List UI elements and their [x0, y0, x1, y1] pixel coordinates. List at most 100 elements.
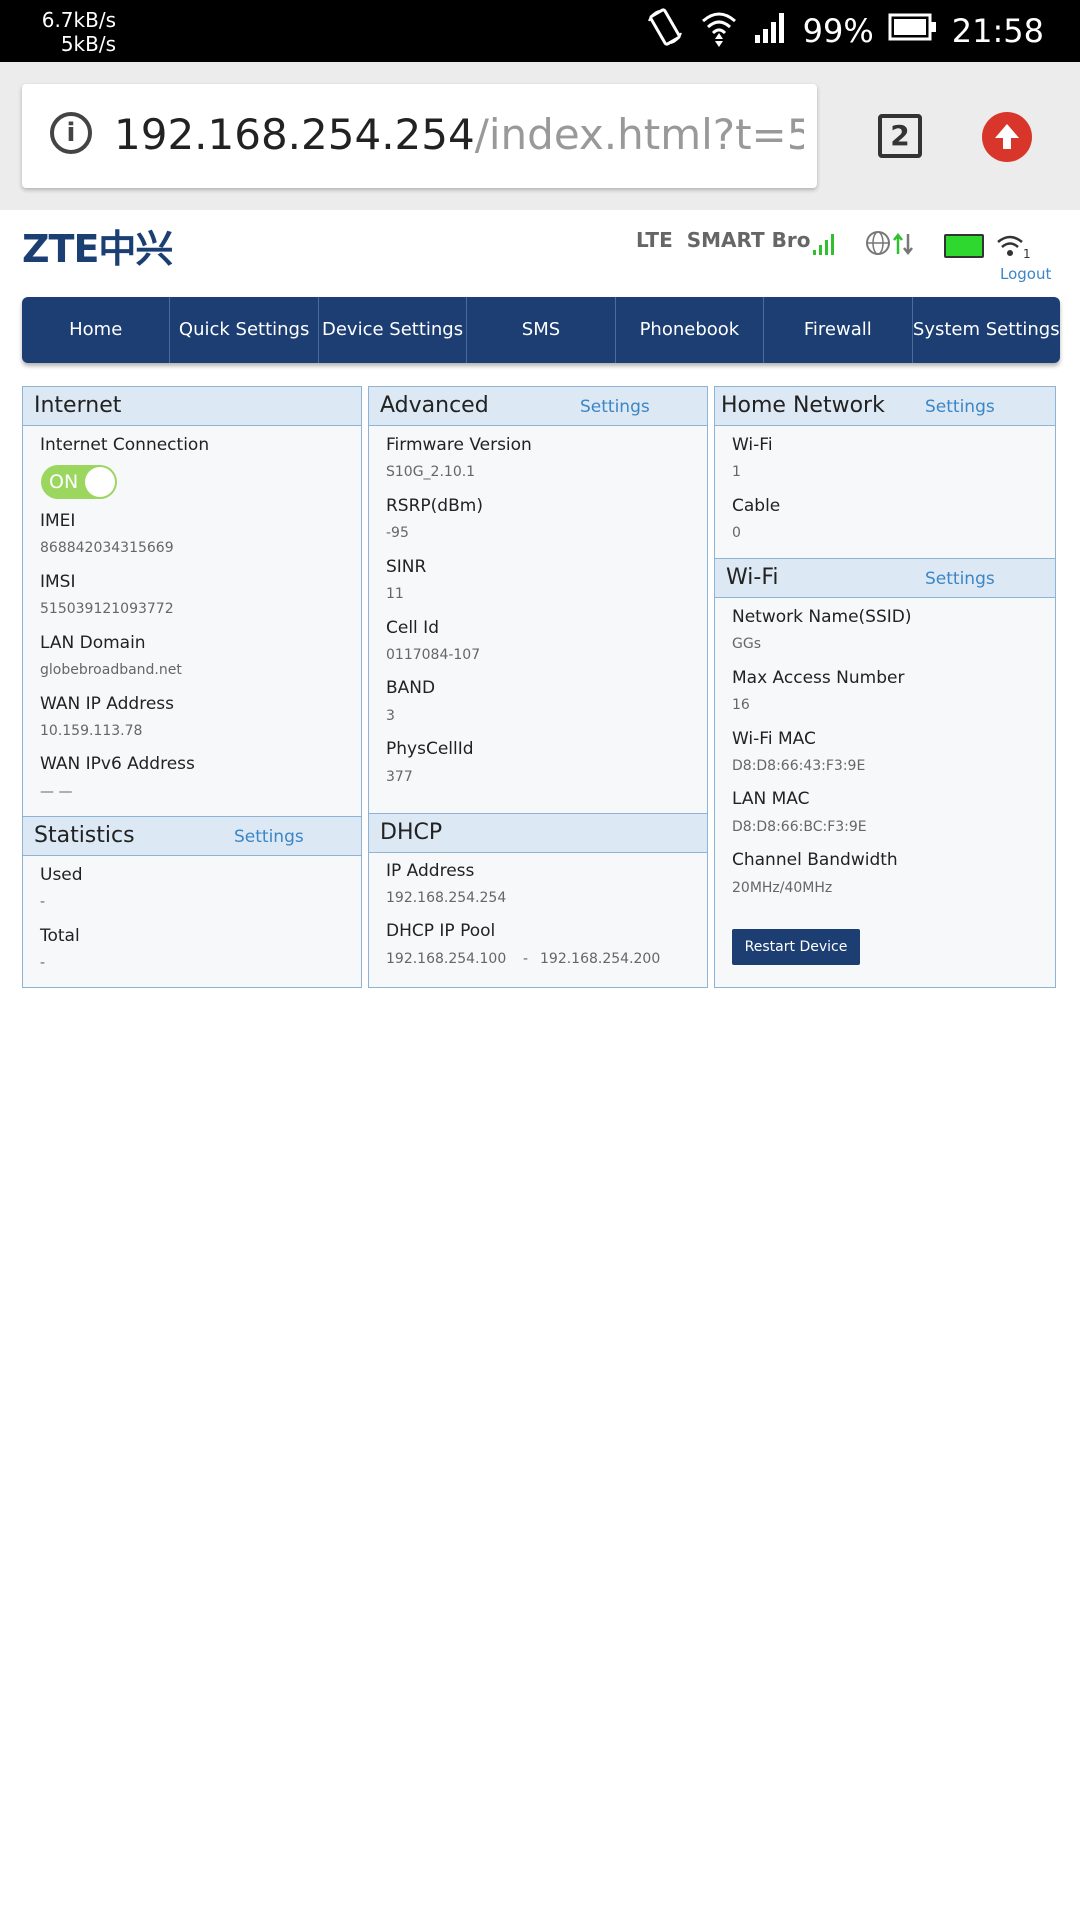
statistics-panel-header: Statistics Settings — [23, 817, 361, 856]
rsrp-label: RSRP(dBm) — [386, 496, 483, 516]
nav-firewall[interactable]: Firewall — [764, 297, 913, 363]
internet-title: Internet — [34, 393, 122, 418]
band-label: BAND — [386, 678, 436, 698]
nav-sms[interactable]: SMS — [467, 297, 616, 363]
channel-bandwidth-value: 20MHz/40MHz — [732, 880, 833, 896]
total-value: - — [40, 955, 46, 971]
connection-status: LTE SMART Bro — [636, 228, 811, 252]
imsi-label: IMSI — [40, 572, 76, 592]
cell-signal-icon — [753, 9, 789, 53]
main-nav: Home Quick Settings Device Settings SMS … — [22, 297, 1060, 363]
dhcp-pool-separator: - — [523, 951, 529, 967]
wifi-count-value: 1 — [732, 464, 741, 480]
cable-count-label: Cable — [732, 496, 781, 516]
advanced-title: Advanced — [380, 393, 489, 418]
advanced-settings-link[interactable]: Settings — [580, 397, 650, 417]
dhcp-pool-label: DHCP IP Pool — [386, 921, 496, 941]
imsi-value: 515039121093772 — [40, 601, 174, 617]
wifi-settings-link[interactable]: Settings — [925, 569, 995, 589]
wifi-status-icon — [699, 7, 739, 55]
dhcp-title: DHCP — [380, 820, 443, 845]
ssid-label: Network Name(SSID) — [732, 607, 912, 627]
wifi-panel-header: Wi-Fi Settings — [715, 559, 1055, 598]
home-network-column: Home Network Settings Wi-Fi 1 Cable 0 Wi… — [714, 386, 1056, 988]
nav-phonebook[interactable]: Phonebook — [616, 297, 765, 363]
lan-domain-label: LAN Domain — [40, 633, 146, 653]
internet-panel-header: Internet — [23, 387, 361, 426]
net-up-speed: 5kB/s — [60, 32, 116, 56]
ssid-value: GGs — [732, 636, 761, 652]
wifi-client-count: 1 — [1023, 247, 1031, 260]
band-value: 3 — [386, 708, 395, 724]
status-bar: 6.7kB/s 5kB/s 99% 21:58 — [0, 0, 1080, 62]
internet-connection-toggle[interactable]: ON — [41, 465, 117, 499]
wifi-count-label: Wi-Fi — [732, 435, 773, 455]
url-host: 192.168.254.254 — [114, 110, 475, 159]
net-down-speed: 6.7kB/s — [41, 8, 116, 32]
channel-bandwidth-label: Channel Bandwidth — [732, 850, 898, 870]
nav-home[interactable]: Home — [22, 297, 171, 363]
wifi-clients-icon: 1 — [996, 232, 1032, 265]
update-button[interactable] — [982, 112, 1032, 162]
used-value: - — [40, 894, 46, 910]
wifi-title: Wi-Fi — [726, 565, 779, 590]
imei-value: 868842034315669 — [40, 540, 174, 556]
tab-switcher-button[interactable]: 2 — [878, 114, 922, 158]
sinr-value: 11 — [386, 586, 404, 602]
browser-toolbar: i 192.168.254.254/index.html?t=5767 2 — [0, 62, 1080, 210]
address-bar[interactable]: i 192.168.254.254/index.html?t=5767 — [22, 84, 817, 188]
nav-device-settings[interactable]: Device Settings — [319, 297, 468, 363]
wan-ip-value: 10.159.113.78 — [40, 723, 143, 739]
lan-domain-value: globebroadband.net — [40, 662, 182, 678]
site-info-icon[interactable]: i — [50, 112, 92, 154]
internet-connected-icon — [866, 230, 922, 263]
battery-icon — [888, 11, 938, 51]
home-network-title: Home Network — [721, 393, 885, 418]
toggle-knob — [85, 467, 115, 497]
advanced-panel-header: Advanced Settings — [369, 387, 707, 426]
internet-column: Internet Internet Connection ON IMEI 868… — [22, 386, 362, 988]
battery-percent: 99% — [802, 12, 874, 50]
lan-mac-label: LAN MAC — [732, 789, 810, 809]
logout-link[interactable]: Logout — [1000, 265, 1051, 283]
home-network-settings-link[interactable]: Settings — [925, 397, 995, 417]
auto-rotate-icon — [645, 7, 685, 55]
wifi-mac-label: Wi-Fi MAC — [732, 729, 816, 749]
url-text[interactable]: 192.168.254.254/index.html?t=5767 — [114, 108, 804, 162]
wan-ipv6-value: — — — [40, 784, 73, 800]
max-access-label: Max Access Number — [732, 668, 905, 688]
dhcp-pool-end: 192.168.254.200 — [540, 951, 661, 967]
phys-cell-id-label: PhysCellId — [386, 739, 474, 759]
used-label: Used — [40, 865, 83, 885]
imei-label: IMEI — [40, 511, 76, 531]
cable-count-value: 0 — [732, 525, 741, 541]
device-battery-icon — [944, 234, 984, 258]
statistics-settings-link[interactable]: Settings — [234, 827, 304, 847]
internet-connection-label: Internet Connection — [40, 435, 210, 455]
firmware-value: S10G_2.10.1 — [386, 464, 476, 480]
network-type: LTE — [636, 228, 673, 252]
home-network-panel-header: Home Network Settings — [715, 387, 1055, 426]
wifi-mac-value: D8:D8:66:43:F3:9E — [732, 758, 866, 774]
wan-ip-label: WAN IP Address — [40, 694, 174, 714]
advanced-column: Advanced Settings Firmware Version S10G_… — [368, 386, 708, 988]
wan-ipv6-label: WAN IPv6 Address — [40, 754, 195, 774]
nav-quick-settings[interactable]: Quick Settings — [170, 297, 319, 363]
firmware-label: Firmware Version — [386, 435, 532, 455]
phys-cell-id-value: 377 — [386, 769, 413, 785]
restart-device-button[interactable]: Restart Device — [732, 929, 860, 965]
rsrp-value: -95 — [386, 525, 409, 541]
max-access-value: 16 — [732, 697, 750, 713]
signal-strength-icon — [812, 232, 838, 261]
clock: 21:58 — [951, 12, 1044, 50]
dhcp-pool-start: 192.168.254.100 — [386, 951, 507, 967]
dhcp-ip-label: IP Address — [386, 861, 475, 881]
cell-id-label: Cell Id — [386, 618, 439, 638]
zte-logo: ZTE中兴 — [22, 227, 173, 271]
dhcp-panel-header: DHCP — [369, 814, 707, 853]
total-label: Total — [40, 926, 80, 946]
carrier-name: SMART Bro — [686, 228, 811, 252]
cell-id-value: 0117084-107 — [386, 647, 481, 663]
network-speed: 6.7kB/s 5kB/s — [40, 8, 116, 56]
nav-system-settings[interactable]: System Settings — [913, 297, 1060, 363]
